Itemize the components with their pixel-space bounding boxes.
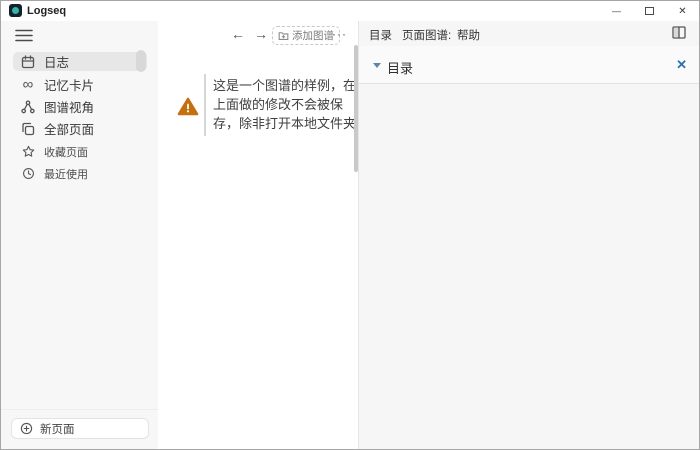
close-button[interactable]: ✕ — [666, 1, 699, 21]
app-title: Logseq — [27, 5, 66, 17]
menu-icon[interactable] — [15, 28, 33, 43]
sidebar-footer: 新页面 — [1, 409, 158, 449]
window-controls: — ✕ — [600, 1, 699, 21]
logseq-logo-icon — [9, 4, 22, 17]
sidebar-item-journals[interactable]: 日志 — [13, 52, 147, 71]
sidebar-item-graph-view[interactable]: 图谱视角 — [13, 97, 147, 116]
folder-plus-icon — [278, 30, 289, 41]
sidebar-item-label: 全部页面 — [44, 119, 94, 138]
minimize-button[interactable]: — — [600, 1, 633, 21]
left-sidebar: 日志 ∞ 记忆卡片 图谱视角 全部页面 — [1, 21, 158, 449]
warning-message[interactable]: 这是一个图谱的样例，在上面做的修改不会被保存，除非打开本地文件夹 — [213, 76, 363, 133]
sidebar-item-label: 收藏页面 — [44, 144, 88, 160]
new-page-button[interactable]: 新页面 — [11, 418, 149, 439]
sidebar-item-label: 最近使用 — [44, 166, 88, 182]
contents-section-title[interactable]: 目录 — [387, 58, 413, 77]
plus-circle-icon — [20, 422, 33, 435]
back-button[interactable]: ← — [231, 26, 245, 42]
toggle-right-sidebar-icon[interactable] — [672, 26, 686, 39]
page-graph-link[interactable]: 页面图谱: — [402, 27, 451, 43]
block-quote-line — [204, 74, 206, 136]
sidebar-item-all-pages[interactable]: 全部页面 — [13, 119, 147, 138]
contents-link[interactable]: 目录 — [369, 27, 392, 43]
right-sidebar-header: 目录 页面图谱: 帮助 — [359, 21, 699, 46]
sidebar-item-label: 日志 — [44, 52, 69, 71]
forward-button[interactable]: → — [254, 26, 268, 42]
help-link[interactable]: 帮助 — [457, 27, 480, 43]
flashcards-icon: ∞ — [21, 78, 35, 92]
sidebar-item-flashcards[interactable]: ∞ 记忆卡片 — [13, 75, 147, 94]
maximize-button[interactable] — [633, 1, 666, 21]
right-sidebar: 目录 页面图谱: 帮助 目录 ✕ — [358, 21, 699, 449]
new-page-label: 新页面 — [40, 421, 75, 437]
star-icon — [21, 145, 35, 159]
sidebar-item-label: 记忆卡片 — [44, 75, 94, 94]
close-section-icon[interactable]: ✕ — [676, 57, 687, 73]
main-content: ← → 添加图谱 ··· 这是一个图谱的样例，在上面做的修改不会被保存，除非打开… — [158, 21, 358, 449]
maximize-icon — [645, 7, 654, 15]
sidebar-scrollbar-thumb[interactable] — [136, 50, 146, 72]
calendar-icon — [21, 55, 35, 69]
titlebar: Logseq — ✕ — [1, 1, 699, 21]
add-graph-button[interactable]: 添加图谱 — [272, 26, 340, 45]
pages-icon — [21, 122, 35, 136]
warning-icon — [177, 97, 199, 117]
history-icon — [21, 167, 35, 181]
add-graph-label: 添加图谱 — [292, 28, 334, 43]
contents-section: 目录 ✕ — [359, 46, 699, 84]
sidebar-item-favorites[interactable]: 收藏页面 — [13, 142, 147, 161]
more-options-button[interactable]: ··· — [332, 27, 347, 41]
sidebar-item-recent[interactable]: 最近使用 — [13, 164, 147, 183]
sidebar-item-label: 图谱视角 — [44, 97, 94, 116]
collapse-caret-icon[interactable] — [373, 63, 381, 68]
app-window: Logseq — ✕ 日志 ∞ — [0, 0, 700, 450]
graph-icon — [21, 100, 35, 114]
main-toolbar: ← → 添加图谱 ··· — [158, 26, 358, 46]
